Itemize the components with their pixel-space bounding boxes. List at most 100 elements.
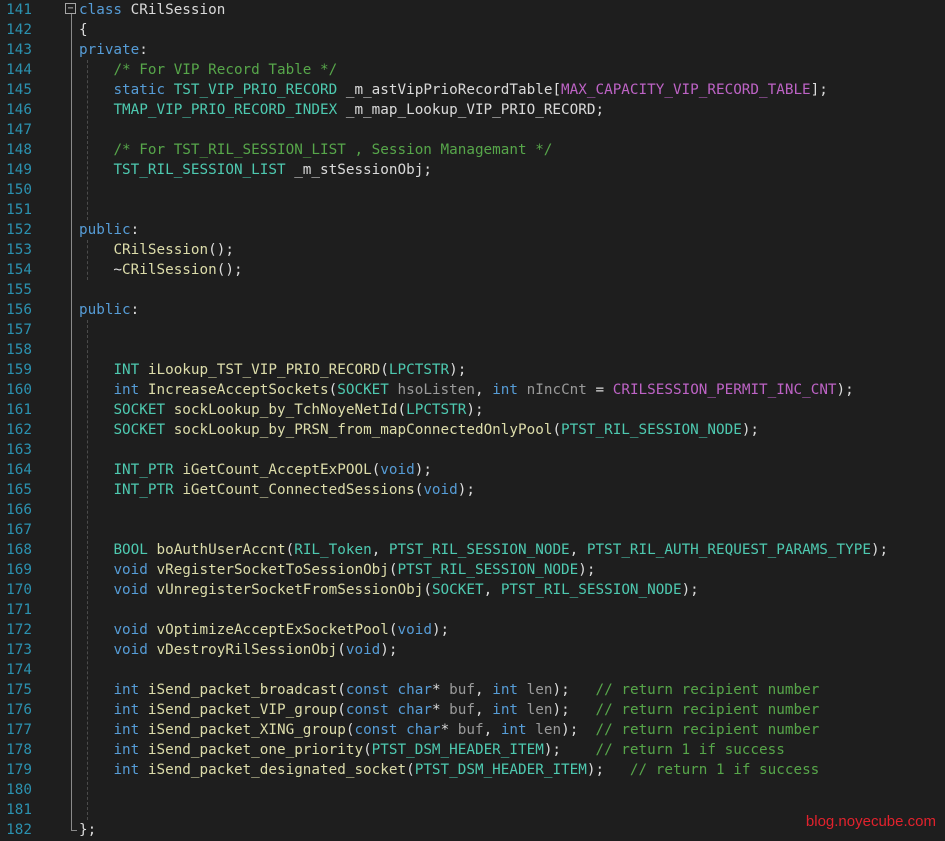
token-punc [139,362,148,378]
token-punc [79,142,113,158]
token-kw: const [345,702,389,718]
token-kw: static [113,82,166,98]
code-text: INT iLookup_TST_VIP_PRIO_RECORD(LPCTSTR)… [79,360,466,380]
token-punc [79,362,113,378]
token-kw: const [345,682,389,698]
token-macro: CRILSESSION_PERMIT_INC_CNT [612,382,837,398]
token-kw: class [79,2,123,18]
code-text: void vOptimizeAcceptExSocketPool(void); [79,620,449,640]
line-number: 166 [6,502,32,518]
line-number: 163 [6,442,32,458]
token-punc [79,102,113,118]
token-kw: int [492,682,519,698]
token-type: PTST_RIL_SESSION_NODE [388,542,570,558]
token-type: LPCTSTR [406,402,467,418]
token-punc: [ [552,82,562,98]
code-text: class CRilSession [79,0,225,20]
token-com: // return recipient number [595,682,820,698]
token-punc [79,162,113,178]
collapse-icon[interactable]: − [65,3,76,14]
token-kw: void [113,622,148,638]
token-punc: ( [552,422,562,438]
token-punc: ); [543,742,596,758]
line-number: 165 [6,482,32,498]
token-punc [165,422,174,438]
code-text: SOCKET sockLookup_by_TchNoyeNetId(LPCTST… [79,400,484,420]
token-punc: ( [388,622,398,638]
token-punc: ]; [810,82,828,98]
line-number: 150 [6,182,32,198]
line-number: 157 [6,322,32,338]
token-ident: _m_map_Lookup_VIP_PRIO_RECORD [337,102,596,118]
line-number: 178 [6,742,32,758]
token-kw: int [492,382,519,398]
token-punc: = [586,382,613,398]
code-text: static TST_VIP_PRIO_RECORD _m_astVipPrio… [79,80,828,100]
token-punc [398,722,407,738]
token-type: INT_PTR [113,462,174,478]
line-number: 156 [6,302,32,318]
token-punc: ( [397,402,407,418]
token-punc: , [569,542,587,558]
token-func: CRilSession [113,242,209,258]
code-text: INT_PTR iGetCount_ConnectedSessions(void… [79,480,475,500]
code-editor[interactable]: 141− class CRilSession 142{143 private: 144 … [0,0,945,841]
token-kw: void [113,642,148,658]
token-ident: _m_stSessionObj [285,162,424,178]
token-type: SOCKET [337,382,389,398]
token-punc: ( [423,582,432,598]
token-punc: ); [836,382,854,398]
token-kw: private [79,42,140,58]
token-punc: ( [337,642,346,658]
code-text: /* For VIP Record Table */ [79,60,337,80]
token-kw: void [380,462,415,478]
token-kw: void [345,642,381,658]
token-func: vUnregisterSocketFromSessionObj [156,582,424,598]
token-type: PTST_DSM_HEADER_ITEM [371,742,544,758]
token-punc: ); [466,402,484,418]
token-punc [139,682,148,698]
code-text: ~CRilSession(); [79,260,242,280]
code-text: void vRegisterSocketToSessionObj(PTST_RI… [79,560,595,580]
token-kw: int [113,682,140,698]
token-kw: int [113,722,140,738]
line-number: 160 [6,382,32,398]
token-punc [139,722,148,738]
token-punc: ~ [79,262,123,278]
line-number: 169 [6,562,32,578]
token-func: iSend_packet_one_priority [147,742,364,758]
token-punc: , [475,682,493,698]
token-punc [79,242,113,258]
token-punc: ( [380,362,389,378]
token-punc: * [431,682,450,698]
token-ident: _m_astVipPrioRecordTable [337,82,553,98]
token-punc [527,722,536,738]
token-punc: , [483,722,501,738]
line-number: 147 [6,122,32,138]
token-punc [79,742,113,758]
code-text: int iSend_packet_broadcast(const char* b… [79,680,819,700]
line-number: 173 [6,642,32,658]
watermark: blog.noyecube.com [805,813,936,830]
code-text: SOCKET sockLookup_by_PRSN_from_mapConnec… [79,420,759,440]
token-kw: void [113,562,148,578]
token-punc [389,702,398,718]
token-punc: ); [561,722,596,738]
token-punc [389,382,398,398]
token-punc [79,482,113,498]
token-kw: char [406,722,441,738]
token-type: TMAP_VIP_PRIO_RECORD_INDEX [113,102,338,118]
token-type: PTST_DSM_HEADER_ITEM [414,762,587,778]
token-punc [79,622,113,638]
line-number: 142 [6,22,32,38]
token-param: hsoListen [397,382,475,398]
token-punc: ( [337,682,346,698]
token-com: // return recipient number [595,722,820,738]
line-number: 167 [6,522,32,538]
token-func: iGetCount_AcceptExPOOL [182,462,372,478]
token-punc: * [431,702,450,718]
token-com: // return 1 if success [629,762,820,778]
token-type: PTST_RIL_SESSION_NODE [561,422,742,438]
token-punc [79,562,113,578]
token-kw: int [113,742,140,758]
